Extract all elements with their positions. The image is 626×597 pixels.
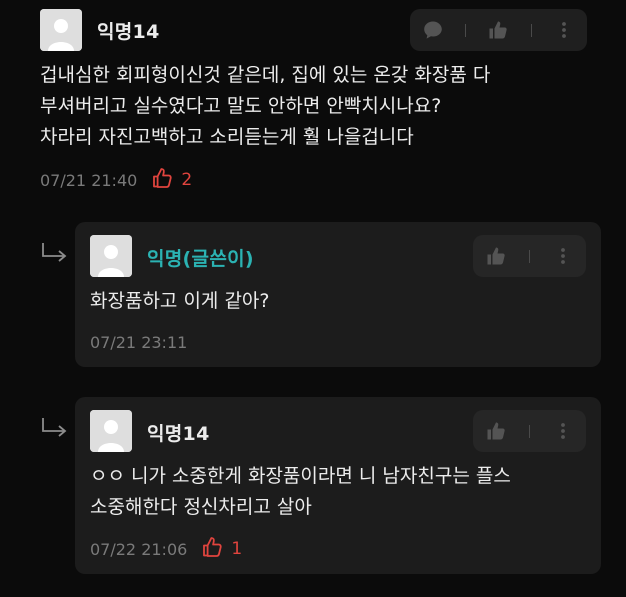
reply-body: 화장품하고 이게 같아? [90, 286, 269, 317]
timestamp: 07/22 21:06 [90, 539, 188, 559]
default-avatar-icon[interactable] [90, 235, 132, 277]
comment-text-line: 차라리 자진고백하고 소리듣는게 훨 나을겁니다 [40, 126, 414, 148]
timestamp: 07/21 21:40 [40, 170, 138, 190]
comment-author[interactable]: 익명14 [97, 17, 160, 44]
divider [529, 424, 530, 438]
like-count: 1 [231, 539, 243, 559]
thumbs-up-outline-icon [151, 166, 175, 194]
divider [529, 249, 530, 263]
comment-action-bar [410, 9, 587, 51]
reply-author[interactable]: 익명(글쓴이) [147, 244, 254, 271]
reply-arrow-icon [40, 242, 68, 264]
comment-body: 겁내심한 회피형이신것 같은데, 집에 있는 온갖 화장품 다 부셔버리고 실수… [40, 60, 490, 153]
reply-text-line: 화장품하고 이게 같아? [90, 290, 270, 312]
reply-author[interactable]: 익명14 [147, 419, 210, 446]
like-count: 2 [181, 170, 193, 190]
thumbs-up-icon[interactable] [483, 243, 509, 269]
comment-text-line: 부셔버리고 실수였다고 말도 안하면 안빡치시나요? [40, 95, 442, 117]
more-vertical-icon[interactable] [551, 17, 577, 43]
reply-action-bar [473, 410, 586, 452]
default-avatar-icon[interactable] [90, 410, 132, 452]
more-vertical-icon[interactable] [550, 418, 576, 444]
reply-arrow-icon [40, 417, 68, 439]
divider [465, 23, 467, 37]
reply-text-line: 소중해한다 정신차리고 살아 [90, 496, 312, 518]
reply-action-bar [473, 235, 586, 277]
reply-body: ㅇㅇ 니가 소중한게 화장품이라면 니 남자친구는 플스 소중해한다 정신차리고… [90, 461, 511, 523]
thumbs-up-icon[interactable] [485, 17, 511, 43]
thumbs-up-outline-icon [201, 535, 225, 563]
default-avatar-icon[interactable] [40, 9, 82, 51]
thumbs-up-icon[interactable] [483, 418, 509, 444]
divider [530, 23, 532, 37]
comment-text-line: 겁내심한 회피형이신것 같은데, 집에 있는 온갖 화장품 다 [40, 64, 491, 86]
reply-text-line: ㅇㅇ 니가 소중한게 화장품이라면 니 남자친구는 플스 [90, 465, 511, 487]
comment-meta: 07/21 21:40 2 [40, 167, 192, 193]
timestamp: 07/21 23:11 [90, 332, 188, 352]
more-vertical-icon[interactable] [550, 243, 576, 269]
reply-meta: 07/21 23:11 [90, 330, 187, 354]
speech-bubble-icon[interactable] [420, 17, 446, 43]
reply-meta: 07/22 21:06 1 [90, 536, 242, 562]
